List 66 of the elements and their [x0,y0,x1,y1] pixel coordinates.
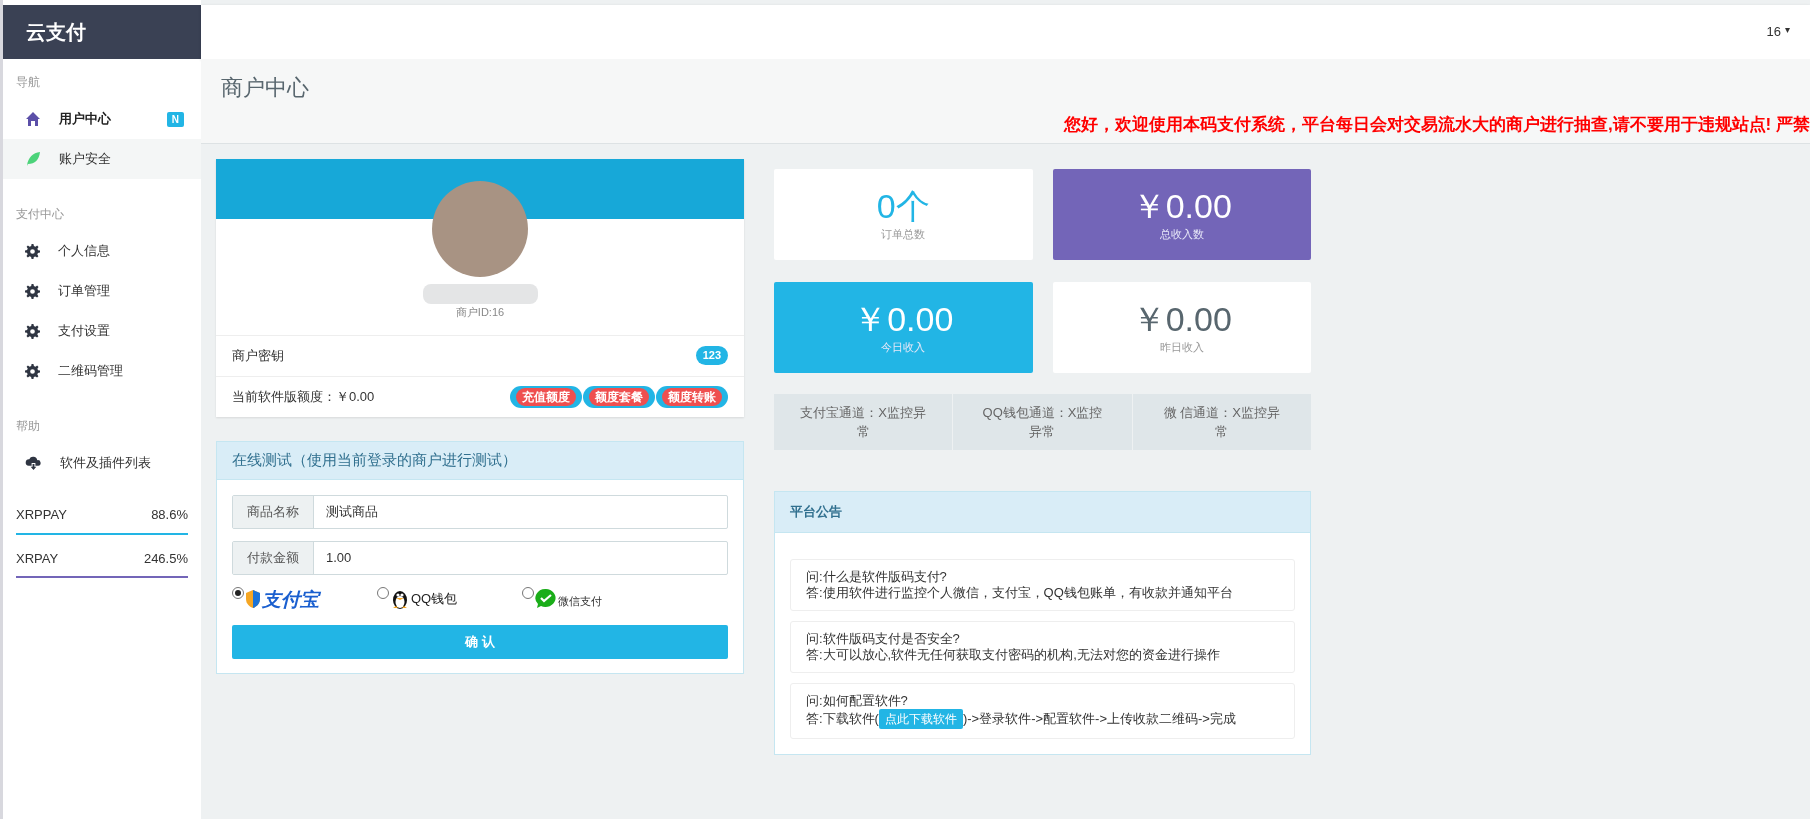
faq-question: 问:如何配置软件? [806,693,909,709]
stat-label: 总收入数 [1159,227,1204,243]
faq-question: 问:什么是软件版码支付? [806,569,948,585]
stat-value: ￥0.00 [853,299,954,340]
channel-status: 微 信通道：X监控异常 [1132,394,1311,450]
payment-method-option[interactable]: QQ钱包 [377,584,522,613]
quota-text: 当前软件版额度：￥0.00 [232,387,375,406]
meter-name: XRPAY [16,549,59,568]
input-field[interactable]: 1.00 [314,541,727,574]
input-group[interactable]: 付款金额 1.00 [232,540,728,575]
payment-method-option[interactable]: 支付宝 [232,584,377,613]
nav-item[interactable]: 订单管理 [3,271,201,311]
stat-label: 订单总数 [881,227,926,243]
new-badge: N [166,111,184,127]
meter-name: XRPPAY [16,506,67,524]
cloud-download-icon [25,455,42,471]
radio-button[interactable] [232,586,244,599]
input-label: 商品名称 [233,495,314,528]
payment-method-option[interactable]: 微信支付 [522,584,667,613]
faq-answer: 答:下载软件( [806,711,879,727]
stat-value: ￥0.00 [1131,186,1232,227]
input-label: 付款金额 [233,541,314,574]
home-icon [25,111,41,127]
nav-item[interactable]: 支付设置 [3,311,201,351]
meter-reading: 246.5% [143,549,188,568]
brand-name: 云支付 [26,20,86,45]
gear-icon [25,243,40,259]
stat-value: ￥0.00 [1131,299,1232,340]
quota-action-button[interactable]: 充值额度 [510,385,582,408]
page-title: 商户中心 [221,74,310,102]
faq-question: 问:软件版码支付是否安全? [806,631,961,647]
stat-label: 昨日收入 [1159,340,1204,356]
leaf-icon [25,151,41,167]
faq-answer: 答:大可以放心,软件无任何获取支付密码的机构,无法对您的资金进行操作 [806,647,1221,663]
section-title: 帮助 [15,418,41,435]
panel-title: 平台公告 [790,503,842,522]
radio-button[interactable] [377,586,389,599]
panel-title: 在线测试（使用当前登录的商户进行测试） [232,449,517,470]
check-bubble-icon [535,587,557,610]
user-menu[interactable]: 16 ▾ [1766,22,1790,42]
section-title: 支付中心 [15,206,65,223]
shield-icon [245,588,261,609]
stat-label: 今日收入 [881,340,926,356]
meter-reading: 88.6% [151,506,188,524]
faq-answer: 答:使用软件进行监控个人微信，支付宝，QQ钱包账单，有收款并通知平台 [806,585,1234,601]
faq-answer: )->登录软件->配置软件->上传收款二维码->完成 [962,711,1236,727]
merchant-id: 商户ID:16 [455,305,505,320]
quota-action-button[interactable]: 额度转账 [656,385,728,408]
channel-status: 支付宝通道：X监控异常 [774,394,953,450]
gear-icon [25,283,40,299]
channel-status: QQ钱包通道：X监控异常 [953,394,1132,450]
nav-item[interactable]: 软件及插件列表 [3,443,201,483]
input-field[interactable]: 测试商品 [314,495,727,528]
stat-value: 0个 [876,186,930,227]
quota-action-button[interactable]: 额度套餐 [583,385,655,408]
gear-icon [25,363,40,379]
notice-text: 您好，欢迎使用本码支付系统，平台每日会对交易流水大的商户进行抽查,请不要用于违规站点! 严禁 [1063,114,1810,136]
gear-icon [25,323,40,339]
nav-item[interactable]: 二维码管理 [3,351,201,391]
input-group[interactable]: 商品名称 测试商品 [232,494,728,529]
section-title: 导航 [15,74,41,91]
nav-item[interactable]: 个人信息 [3,231,201,271]
radio-button[interactable] [522,586,534,599]
nav-item[interactable]: 账户安全 [3,139,201,179]
key-label: 商户密钥 [232,346,284,365]
key-badge: 123 [695,346,728,365]
